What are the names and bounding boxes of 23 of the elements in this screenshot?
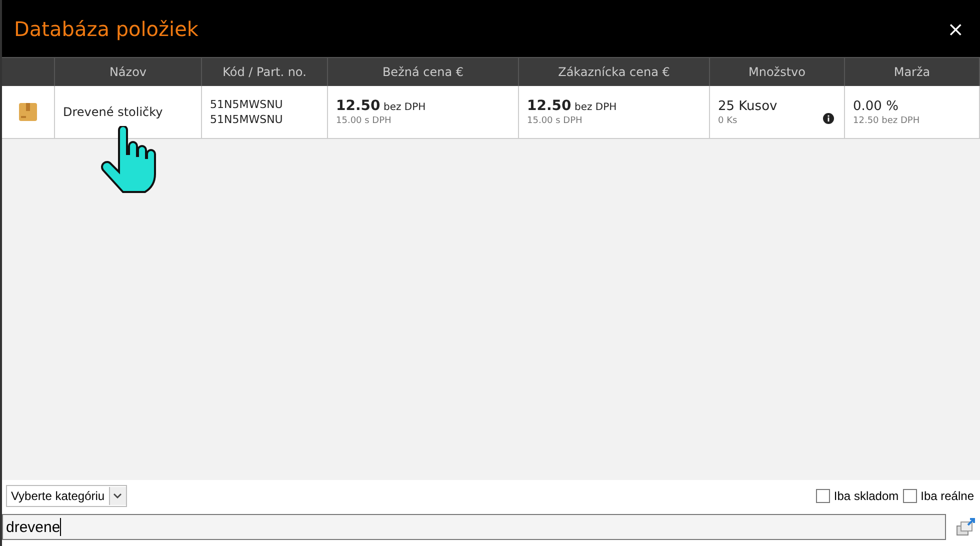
quantity: 25 Kusov (718, 98, 778, 114)
quantity-stock: 0 Ks (718, 116, 738, 126)
checkbox[interactable] (816, 489, 830, 503)
checkbox[interactable] (902, 489, 917, 503)
window-title: Databáza položiek (14, 16, 198, 40)
item-code: 51N5MWSNU (210, 112, 283, 127)
info-icon[interactable] (823, 113, 834, 124)
margin-value: 12.50 bez DPH (853, 116, 920, 126)
price-gross: 15.00 s DPH (527, 116, 582, 126)
category-select[interactable]: Vyberte kategóriu (6, 485, 127, 507)
checkbox-label: Iba reálne (920, 489, 974, 503)
close-button[interactable]: × (941, 16, 970, 40)
price-net: 12.50 bez DPH (527, 98, 617, 114)
item-name: Drevené stoličky (63, 105, 163, 119)
margin-percent: 0.00 % (853, 98, 898, 114)
checkbox-label: Iba skladom (834, 489, 899, 503)
price-gross: 15.00 s DPH (336, 116, 392, 126)
chevron-down-icon (113, 493, 122, 499)
search-field[interactable]: drevene (2, 514, 946, 540)
box-icon (18, 102, 38, 122)
item-code: 51N5MWSNU (210, 97, 283, 112)
windows-icon[interactable] (956, 517, 976, 537)
price-net: 12.50 bez DPH (336, 98, 426, 114)
